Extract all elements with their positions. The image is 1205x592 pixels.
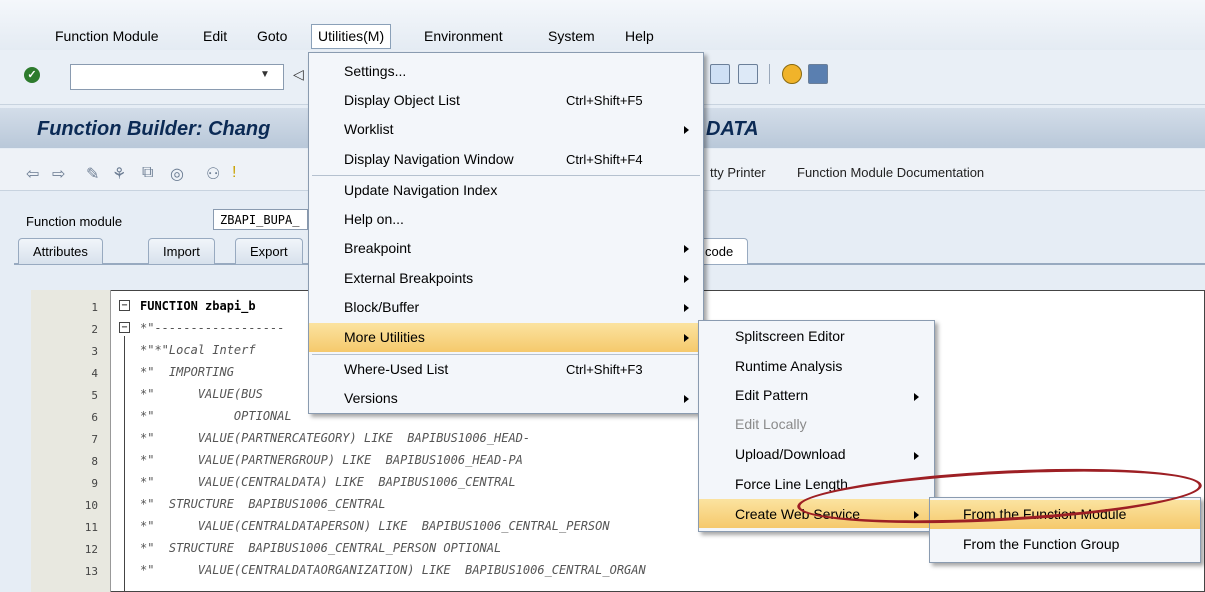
arrow-right-icon[interactable]: ⇨ — [52, 164, 65, 184]
line-number: 7 — [91, 433, 98, 446]
code-line[interactable]: *" VALUE(BUS — [140, 387, 263, 401]
line-number: 12 — [84, 543, 98, 556]
menu-goto[interactable]: Goto — [257, 28, 287, 44]
line-number: 2 — [91, 323, 98, 336]
pretty-printer-button[interactable]: tty Printer — [710, 165, 766, 180]
menu-item-from-function-group[interactable]: From the Function Group — [963, 536, 1119, 552]
hierarchy-icon[interactable]: ⚇ — [206, 164, 220, 184]
toolbar-divider — [769, 64, 770, 84]
shortcut-label: Ctrl+Shift+F4 — [566, 152, 643, 167]
code-line[interactable]: *"*"Local Interf — [140, 343, 256, 357]
submenu-arrow-icon — [914, 393, 919, 401]
menu-item-settings[interactable]: Settings... — [344, 63, 406, 79]
tab-export[interactable]: Export — [235, 238, 303, 264]
line-number: 8 — [91, 455, 98, 468]
shortcut-label: Ctrl+Shift+F3 — [566, 362, 643, 377]
menu-system[interactable]: System — [548, 28, 595, 44]
line-number: 1 — [91, 301, 98, 314]
fold-toggle-icon[interactable]: − — [119, 322, 130, 333]
menu-bar — [0, 0, 1205, 50]
menu-item-block-buffer[interactable]: Block/Buffer — [344, 299, 419, 315]
menu-item-display-navigation-window[interactable]: Display Navigation Window — [344, 151, 514, 167]
menu-item-update-navigation-index[interactable]: Update Navigation Index — [344, 182, 497, 198]
menu-item-where-used-list[interactable]: Where-Used List — [344, 361, 448, 377]
submenu-arrow-icon — [914, 452, 919, 460]
code-line[interactable]: *" VALUE(PARTNERGROUP) LIKE BAPIBUS1006_… — [140, 453, 523, 467]
code-line[interactable]: *" OPTIONAL — [140, 409, 292, 423]
code-line[interactable]: FUNCTION zbapi_b — [140, 299, 256, 313]
menu-item-splitscreen-editor[interactable]: Splitscreen Editor — [735, 328, 845, 344]
menu-function-module[interactable]: Function Module — [55, 28, 159, 44]
shortcut-label: Ctrl+Shift+F5 — [566, 93, 643, 108]
submenu-arrow-icon — [684, 334, 689, 342]
menu-item-breakpoint[interactable]: Breakpoint — [344, 240, 411, 256]
help-icon[interactable] — [782, 64, 802, 84]
check-syntax-icon[interactable]: ⧉ — [142, 164, 153, 182]
menu-item-runtime-analysis[interactable]: Runtime Analysis — [735, 358, 842, 374]
change-icon[interactable]: ✎ — [86, 164, 99, 184]
menu-item-worklist[interactable]: Worklist — [344, 121, 394, 137]
fold-guide — [124, 336, 125, 592]
function-module-label: Function module — [26, 214, 123, 229]
submenu-arrow-icon — [684, 395, 689, 403]
menu-separator — [312, 175, 700, 176]
menu-separator — [312, 354, 700, 355]
line-number: 3 — [91, 345, 98, 358]
page-title-suffix: DATA — [706, 118, 759, 140]
chevron-down-icon[interactable]: ▼ — [260, 69, 270, 80]
test-icon[interactable]: ◎ — [170, 164, 184, 184]
menu-item-force-line-length[interactable]: Force Line Length — [735, 476, 848, 492]
new-session-icon[interactable] — [710, 64, 730, 84]
menu-item-edit-pattern[interactable]: Edit Pattern — [735, 387, 808, 403]
menu-item-edit-locally: Edit Locally — [735, 416, 807, 432]
menu-item-more-utilities[interactable]: More Utilities — [344, 329, 425, 345]
line-number: 4 — [91, 367, 98, 380]
code-line[interactable]: *" VALUE(CENTRALDATAORGANIZATION) LIKE B… — [140, 563, 646, 577]
menu-item-versions[interactable]: Versions — [344, 390, 398, 406]
menu-edit[interactable]: Edit — [203, 28, 227, 44]
line-number: 10 — [84, 499, 98, 512]
line-number: 5 — [91, 389, 98, 402]
enter-check-icon[interactable]: ✓ — [24, 67, 40, 83]
submenu-arrow-icon — [684, 304, 689, 312]
arrow-left-icon[interactable]: ⇦ — [26, 164, 39, 184]
code-line[interactable]: *" STRUCTURE BAPIBUS1006_CENTRAL — [140, 497, 386, 511]
back-icon[interactable]: ◁ — [293, 66, 304, 83]
command-field[interactable] — [70, 64, 284, 90]
line-number: 11 — [84, 521, 98, 534]
line-number: 9 — [91, 477, 98, 490]
menu-item-help-on[interactable]: Help on... — [344, 211, 404, 227]
line-number: 6 — [91, 411, 98, 424]
menu-item-external-breakpoints[interactable]: External Breakpoints — [344, 270, 473, 286]
menu-item-display-object-list[interactable]: Display Object List — [344, 92, 460, 108]
where-used-icon[interactable]: ! — [232, 164, 236, 182]
code-line[interactable]: *" VALUE(PARTNERCATEGORY) LIKE BAPIBUS10… — [140, 431, 530, 445]
function-module-field[interactable]: ZBAPI_BUPA_ — [213, 209, 308, 230]
submenu-arrow-icon — [684, 126, 689, 134]
activate-icon[interactable]: ⚘ — [112, 164, 126, 184]
code-line[interactable]: *" STRUCTURE BAPIBUS1006_CENTRAL_PERSON … — [140, 541, 501, 555]
page-title: Function Builder: Chang — [37, 118, 271, 140]
layout-icon[interactable] — [808, 64, 828, 84]
submenu-arrow-icon — [684, 245, 689, 253]
menu-environment[interactable]: Environment — [424, 28, 503, 44]
fm-documentation-button[interactable]: Function Module Documentation — [797, 165, 984, 180]
line-number: 13 — [84, 565, 98, 578]
shortcut-icon[interactable] — [738, 64, 758, 84]
code-line[interactable]: *" VALUE(CENTRALDATA) LIKE BAPIBUS1006_C… — [140, 475, 516, 489]
menu-item-upload-download[interactable]: Upload/Download — [735, 446, 846, 462]
submenu-arrow-icon — [684, 275, 689, 283]
menu-help[interactable]: Help — [625, 28, 654, 44]
code-line[interactable]: *" VALUE(CENTRALDATAPERSON) LIKE BAPIBUS… — [140, 519, 610, 533]
code-line[interactable]: *" IMPORTING — [140, 365, 234, 379]
tab-import[interactable]: Import — [148, 238, 215, 264]
menu-utilities[interactable]: Utilities(M) — [311, 24, 392, 49]
tab-attributes[interactable]: Attributes — [18, 238, 103, 264]
fold-toggle-icon[interactable]: − — [119, 300, 130, 311]
code-line[interactable]: *"------------------ — [140, 321, 285, 335]
